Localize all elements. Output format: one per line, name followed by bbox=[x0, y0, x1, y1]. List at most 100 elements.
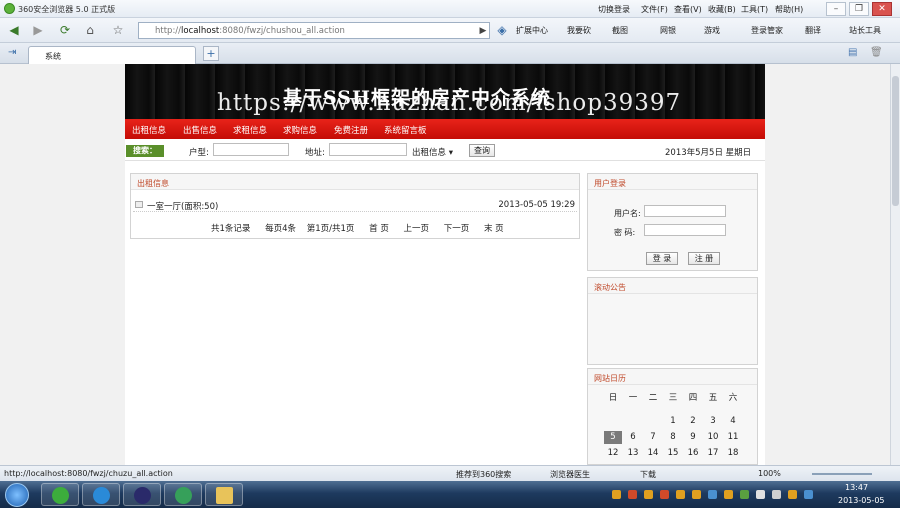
tray-icon[interactable] bbox=[660, 490, 669, 499]
nav-want-buy[interactable]: 求购信息 bbox=[283, 124, 317, 136]
calendar-day[interactable]: 4 bbox=[724, 415, 742, 428]
refresh-icon[interactable]: ⟳ bbox=[55, 21, 75, 39]
taskbar-app[interactable] bbox=[164, 483, 202, 506]
taskbar-360-browser[interactable] bbox=[41, 483, 79, 506]
menu-help[interactable]: 帮助(H) bbox=[775, 4, 803, 15]
tool-login-manager[interactable]: 登录管家 bbox=[751, 25, 783, 36]
tray-icon[interactable] bbox=[612, 490, 621, 499]
taskbar-explorer[interactable] bbox=[205, 483, 243, 506]
tool-translate[interactable]: 翻译 bbox=[805, 25, 821, 36]
close-icon[interactable]: ✕ bbox=[872, 2, 892, 16]
tool-bank[interactable]: 网银 bbox=[660, 25, 676, 36]
menu-tools[interactable]: 工具(T) bbox=[741, 4, 768, 15]
browser-title: 360安全浏览器 5.0 正式版 bbox=[18, 5, 116, 14]
back-icon[interactable]: ◀ bbox=[4, 21, 24, 39]
calendar-day[interactable]: 18 bbox=[724, 447, 742, 460]
tool-screenshot[interactable]: 截图 bbox=[612, 25, 628, 36]
home-icon[interactable]: ⌂ bbox=[80, 21, 100, 39]
search-type-input[interactable] bbox=[213, 143, 289, 156]
calendar-weekday: 三 bbox=[668, 393, 678, 403]
nav-sale[interactable]: 出售信息 bbox=[183, 124, 217, 136]
url-input[interactable]: http://localhost:8080/fwzj/chushou_all.a… bbox=[138, 22, 490, 39]
tab-strip: ⇥ 系统 + ▤ 🗑 bbox=[0, 43, 900, 64]
calendar-day[interactable]: 14 bbox=[644, 447, 662, 460]
login-button[interactable]: 登 录 bbox=[646, 252, 678, 265]
tool-extensions[interactable]: 扩展中心 bbox=[516, 25, 548, 36]
page-scrollbar[interactable] bbox=[890, 64, 900, 465]
nav-guestbook[interactable]: 系统留言板 bbox=[384, 124, 427, 136]
calendar-day[interactable]: 15 bbox=[664, 447, 682, 460]
tray-icon[interactable] bbox=[756, 490, 765, 499]
tab-system[interactable]: 系统 bbox=[28, 46, 196, 64]
search-type-select[interactable]: 出租信息 ▾ bbox=[412, 146, 453, 158]
tray-icon[interactable] bbox=[724, 490, 733, 499]
zoom-slider[interactable] bbox=[812, 473, 872, 475]
calendar-day[interactable]: 11 bbox=[724, 431, 742, 444]
go-icon[interactable]: ▶ bbox=[473, 22, 493, 40]
calendar-day[interactable]: 6 bbox=[624, 431, 642, 444]
tray-icon[interactable] bbox=[804, 490, 813, 499]
calendar-day[interactable]: 10 bbox=[704, 431, 722, 444]
new-tab-icon[interactable]: + bbox=[203, 46, 219, 61]
username-input[interactable] bbox=[644, 205, 726, 217]
tool-webmaster[interactable]: 站长工具 bbox=[849, 25, 881, 36]
calendar-day[interactable]: 9 bbox=[684, 431, 702, 444]
list-item[interactable]: 一室一厅(面积:50) 2013-05-05 19:29 bbox=[133, 198, 577, 212]
windows-taskbar: 13:47 2013-05-05 bbox=[0, 481, 900, 508]
tray-icon[interactable] bbox=[708, 490, 717, 499]
calendar-day[interactable]: 16 bbox=[684, 447, 702, 460]
register-button[interactable]: 注 册 bbox=[688, 252, 720, 265]
sidebar-toggle-icon[interactable]: ⇥ bbox=[8, 47, 16, 58]
calendar-day[interactable]: 7 bbox=[644, 431, 662, 444]
pager-prev[interactable]: 上一页 bbox=[404, 224, 430, 234]
tool-games[interactable]: 游戏 bbox=[704, 25, 720, 36]
calendar-day[interactable]: 5 bbox=[604, 431, 622, 444]
calendar-day[interactable]: 2 bbox=[684, 415, 702, 428]
minimize-icon[interactable]: – bbox=[826, 2, 846, 16]
pager-next[interactable]: 下一页 bbox=[444, 224, 470, 234]
menu-login[interactable]: 切换登录 bbox=[598, 4, 630, 15]
password-label: 密 码: bbox=[614, 228, 636, 237]
tool-woyaokan[interactable]: 我要砍 bbox=[567, 25, 591, 36]
restore-icon[interactable]: ❐ bbox=[849, 2, 869, 16]
tray-icon[interactable] bbox=[772, 490, 781, 499]
nav-want-rent[interactable]: 求租信息 bbox=[233, 124, 267, 136]
search-button[interactable]: 查询 bbox=[469, 144, 495, 157]
menu-file[interactable]: 文件(F) bbox=[641, 4, 668, 15]
taskbar-ie[interactable] bbox=[82, 483, 120, 506]
password-input[interactable] bbox=[644, 224, 726, 236]
calendar-day[interactable]: 3 bbox=[704, 415, 722, 428]
calendar-day[interactable]: 13 bbox=[624, 447, 642, 460]
tray-icon[interactable] bbox=[740, 490, 749, 499]
menu-view[interactable]: 查看(V) bbox=[674, 4, 702, 15]
nav-rent[interactable]: 出租信息 bbox=[132, 124, 166, 136]
calendar-day[interactable]: 1 bbox=[664, 415, 682, 428]
nav-register[interactable]: 免费注册 bbox=[334, 124, 368, 136]
status-download[interactable]: 下载 bbox=[640, 469, 656, 480]
favorite-star-icon[interactable]: ☆ bbox=[108, 21, 128, 39]
calendar-day[interactable]: 17 bbox=[704, 447, 722, 460]
trash-icon[interactable]: 🗑 bbox=[870, 47, 883, 58]
tab-list-icon[interactable]: ▤ bbox=[848, 47, 857, 58]
status-zoom[interactable]: 100% bbox=[758, 469, 781, 478]
forward-icon[interactable]: ▶ bbox=[28, 21, 48, 39]
status-doctor[interactable]: 浏览器医生 bbox=[550, 469, 590, 480]
status-search360[interactable]: 推荐到360搜索 bbox=[456, 469, 511, 480]
shield-icon[interactable]: ◈ bbox=[492, 21, 512, 39]
menu-favorites[interactable]: 收藏(B) bbox=[708, 4, 736, 15]
calendar-day[interactable]: 12 bbox=[604, 447, 622, 460]
tray-icon[interactable] bbox=[628, 490, 637, 499]
calendar-day[interactable]: 8 bbox=[664, 431, 682, 444]
tray-icon[interactable] bbox=[676, 490, 685, 499]
tray-icon[interactable] bbox=[644, 490, 653, 499]
pager-first[interactable]: 首 页 bbox=[369, 224, 389, 234]
pager-last[interactable]: 末 页 bbox=[484, 224, 504, 234]
tray-icon[interactable] bbox=[692, 490, 701, 499]
start-button[interactable] bbox=[5, 483, 29, 507]
taskbar-eclipse[interactable] bbox=[123, 483, 161, 506]
calendar-weekday: 五 bbox=[708, 393, 718, 403]
scrollbar-thumb[interactable] bbox=[892, 76, 899, 206]
search-addr-input[interactable] bbox=[329, 143, 407, 156]
list-item-title[interactable]: 一室一厅(面积:50) bbox=[147, 200, 218, 212]
tray-icon[interactable] bbox=[788, 490, 797, 499]
